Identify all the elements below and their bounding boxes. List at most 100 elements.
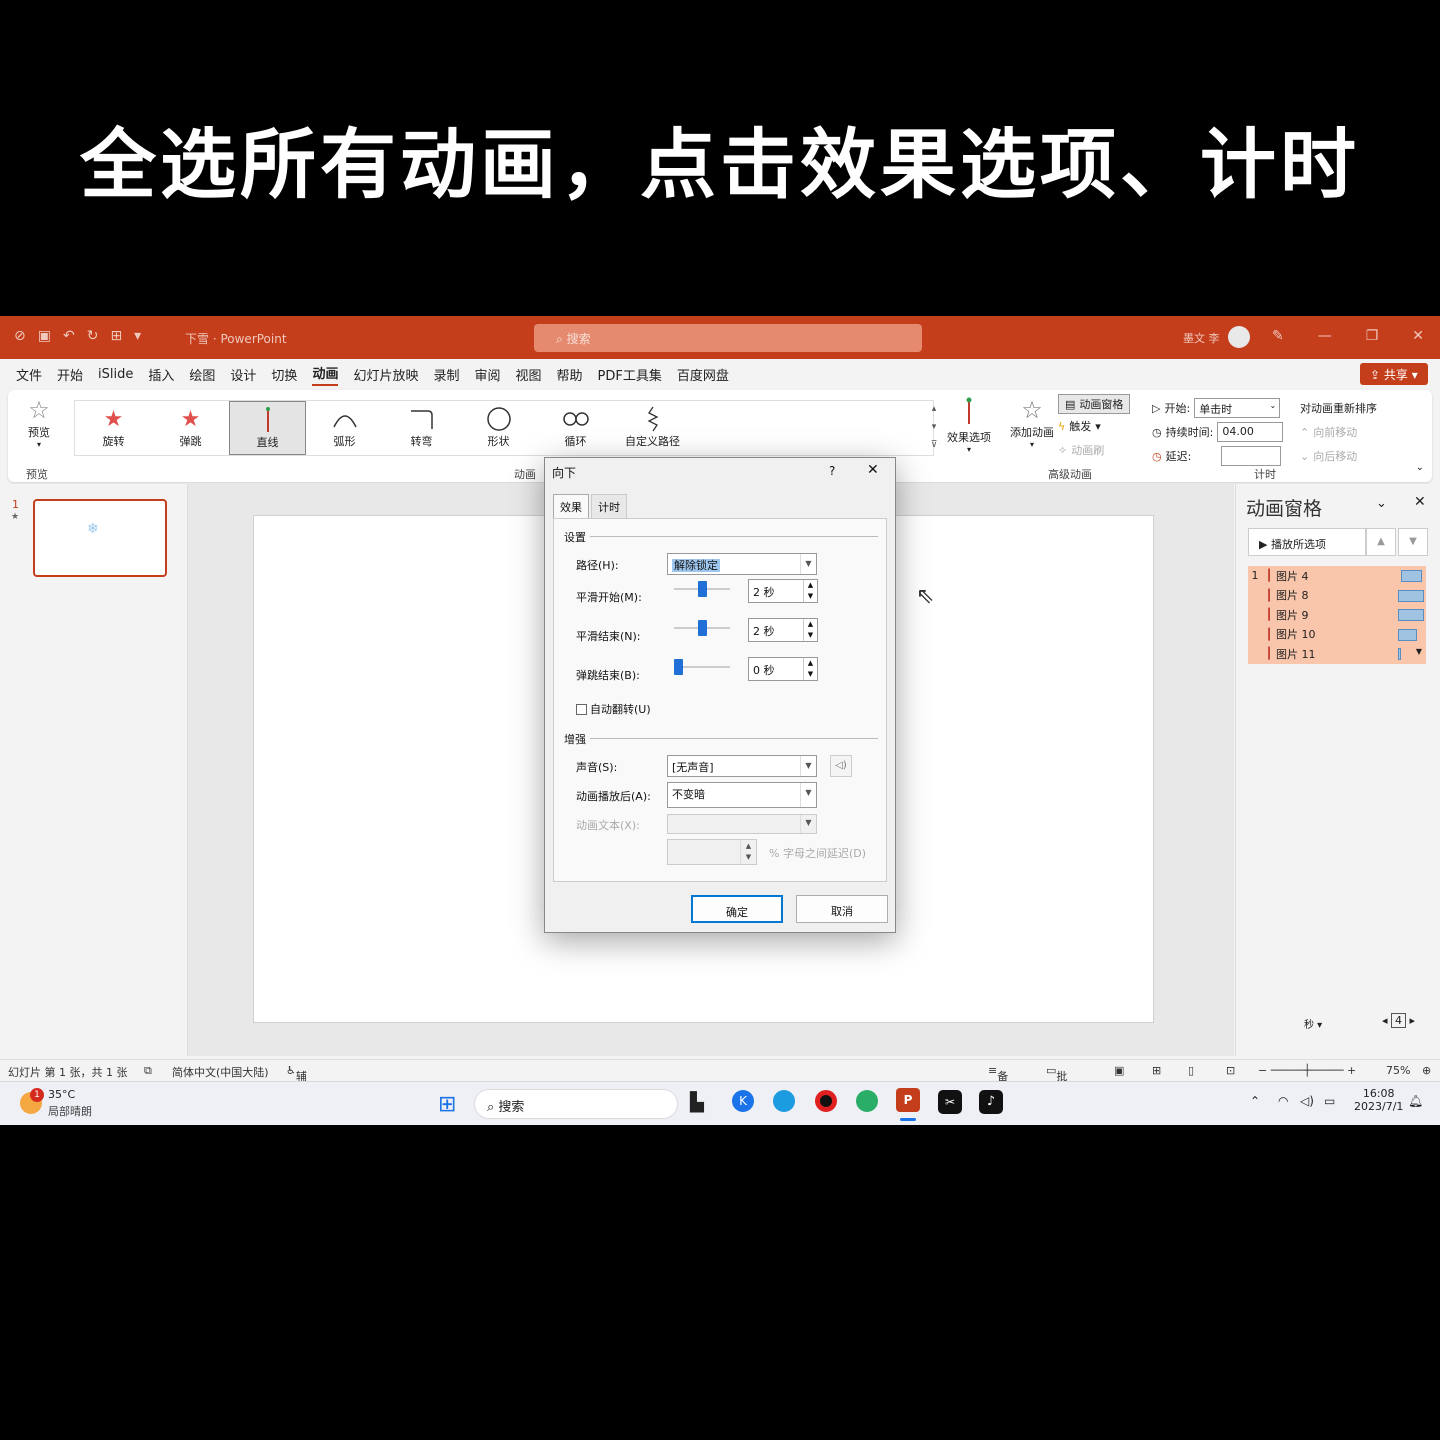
gallery-item-shape[interactable]: 形状 bbox=[460, 401, 537, 455]
normal-view-icon[interactable]: ▣ bbox=[1114, 1064, 1124, 1077]
help-icon[interactable]: ? bbox=[829, 464, 835, 478]
zoom-slider[interactable]: − ─────┼───── + bbox=[1258, 1064, 1356, 1077]
trigger-button[interactable]: ϟ 触发 ▾ bbox=[1058, 414, 1130, 438]
timeline-bar[interactable] bbox=[1397, 628, 1418, 641]
spin-arrows-icon[interactable]: ▲ ▼ bbox=[803, 580, 817, 602]
timeline-bar[interactable] bbox=[1397, 589, 1425, 602]
delay-input[interactable] bbox=[1221, 446, 1282, 466]
spin-arrows-icon[interactable]: ▲ ▼ bbox=[803, 619, 817, 641]
tab-transitions[interactable]: 切换 bbox=[271, 365, 297, 384]
letter-delay-input[interactable]: ▲ ▼ bbox=[667, 839, 757, 865]
taskbar-search[interactable]: ⌕ 搜索 bbox=[474, 1089, 678, 1119]
seconds-dropdown[interactable]: 秒 ▾ bbox=[1304, 1016, 1322, 1031]
network-icon[interactable]: ◠ bbox=[1278, 1094, 1288, 1108]
animation-list-item[interactable]: ┃ 图片 9 bbox=[1248, 605, 1426, 625]
notes-button[interactable]: ≡ 备注 bbox=[988, 1064, 1008, 1099]
speaker-icon[interactable]: ◁) bbox=[830, 755, 852, 777]
app-k-icon[interactable]: K bbox=[732, 1090, 754, 1112]
customize-qa-icon[interactable]: ▾ bbox=[134, 328, 141, 344]
volume-icon[interactable]: ◁) bbox=[1300, 1094, 1314, 1108]
pen-icon[interactable]: ✎ bbox=[1272, 328, 1284, 344]
duration-input[interactable]: 04.00 bbox=[1217, 422, 1284, 442]
animation-pane-button[interactable]: ▤ 动画窗格 bbox=[1058, 394, 1131, 414]
gallery-item-custom-path[interactable]: 自定义路径 bbox=[614, 401, 691, 455]
start-select[interactable]: 单击时 ⌄ bbox=[1194, 398, 1281, 418]
fit-icon[interactable]: ⊕ bbox=[1422, 1064, 1431, 1077]
tab-slideshow[interactable]: 幻灯片放映 bbox=[353, 365, 418, 384]
close-icon[interactable]: ✕ bbox=[867, 462, 879, 478]
gallery-scroll[interactable]: ▴ ▾ ⊽ bbox=[928, 400, 940, 456]
chevron-down-icon[interactable]: ⌄ bbox=[1376, 496, 1387, 511]
animate-text-select[interactable]: ▼ bbox=[667, 814, 817, 834]
capcut-icon[interactable]: ✂ bbox=[938, 1090, 962, 1114]
move-later-button[interactable]: ⌄ 向后移动 bbox=[1300, 444, 1377, 468]
slideshow-icon[interactable]: ⊡ bbox=[1226, 1064, 1235, 1077]
timeline-bar[interactable] bbox=[1397, 609, 1425, 621]
comments-button[interactable]: ▭ 批注 bbox=[1046, 1064, 1067, 1099]
auto-reverse-option[interactable]: 自动翻转(U) bbox=[576, 701, 651, 717]
accessibility[interactable]: ♿ 辅助功能: 调查 bbox=[286, 1064, 311, 1125]
tab-record[interactable]: 录制 bbox=[433, 365, 459, 384]
avatar[interactable] bbox=[1228, 326, 1250, 348]
tab-help[interactable]: 帮助 bbox=[557, 365, 583, 384]
timeline-zoom[interactable]: ◂ 4 ▸ bbox=[1382, 1013, 1415, 1028]
animation-list-item[interactable]: ┃ 图片 11 ▼ bbox=[1248, 644, 1426, 664]
minimize-icon[interactable]: — bbox=[1318, 328, 1332, 344]
tab-draw[interactable]: 绘图 bbox=[189, 365, 215, 384]
tiktok-icon[interactable]: ♪ bbox=[979, 1090, 1003, 1114]
smooth-start-input[interactable]: 2 秒 ▲ ▼ bbox=[748, 579, 818, 603]
cancel-button[interactable]: 取消 bbox=[796, 895, 888, 923]
redo-icon[interactable]: ↻ bbox=[87, 328, 99, 344]
sound-select[interactable]: [无声音] ▼ bbox=[667, 755, 817, 777]
user-name[interactable]: 墨文 李 bbox=[1183, 330, 1220, 346]
path-select[interactable]: 解除锁定 ▼ bbox=[667, 553, 817, 575]
timeline-bar[interactable] bbox=[1401, 570, 1423, 582]
tab-file[interactable]: 文件 bbox=[16, 365, 42, 384]
powerpoint-icon[interactable]: P bbox=[896, 1088, 920, 1112]
add-animation-button[interactable]: ☆ 添加动画 ▾ bbox=[1008, 396, 1056, 449]
recorder-icon[interactable] bbox=[815, 1090, 837, 1112]
gallery-item-arc[interactable]: 弧形 bbox=[306, 401, 383, 455]
present-icon[interactable]: ⊞ bbox=[110, 328, 122, 344]
play-selected-button[interactable]: ▶ 播放所选项 bbox=[1248, 528, 1366, 556]
animation-painter-button[interactable]: ✧ 动画刷 bbox=[1058, 438, 1130, 462]
save-icon[interactable]: ▣ bbox=[38, 328, 51, 344]
zoom-level[interactable]: 75% bbox=[1386, 1064, 1410, 1077]
tab-islide[interactable]: iSlide bbox=[98, 367, 133, 382]
spellcheck-icon[interactable]: ⧉ bbox=[144, 1064, 152, 1078]
tab-review[interactable]: 审阅 bbox=[474, 365, 500, 384]
restore-icon[interactable]: ❐ bbox=[1366, 328, 1379, 344]
autosave-icon[interactable]: ⊘ bbox=[14, 328, 26, 344]
smooth-start-slider[interactable] bbox=[697, 581, 707, 597]
undo-icon[interactable]: ↶ bbox=[63, 328, 75, 344]
language[interactable]: 简体中文(中国大陆) bbox=[172, 1064, 269, 1080]
gallery-item-turn[interactable]: 转弯 bbox=[383, 401, 460, 455]
close-pane-icon[interactable]: ✕ bbox=[1414, 494, 1426, 510]
tab-timing[interactable]: 计时 bbox=[591, 494, 627, 519]
slide-thumbnail[interactable]: ❄ bbox=[33, 499, 167, 577]
gallery-item-bounce[interactable]: ★ 弹跳 bbox=[152, 401, 229, 455]
tab-animations[interactable]: 动画 bbox=[312, 363, 339, 386]
animation-list-item[interactable]: 1 ┃ 图片 4 bbox=[1248, 566, 1426, 586]
edge-icon[interactable] bbox=[773, 1090, 795, 1112]
ok-button[interactable]: 确定 bbox=[691, 895, 783, 923]
bounce-end-slider[interactable] bbox=[674, 659, 683, 675]
move-up-button[interactable]: ▲ bbox=[1366, 528, 1396, 556]
spin-arrows-icon[interactable]: ▲ ▼ bbox=[803, 658, 817, 680]
tab-view[interactable]: 视图 bbox=[516, 365, 542, 384]
tab-effect[interactable]: 效果 bbox=[553, 494, 589, 519]
task-view-icon[interactable]: ▙ bbox=[690, 1092, 704, 1113]
windows-start-icon[interactable]: ⊞ bbox=[438, 1092, 456, 1117]
auto-reverse-checkbox[interactable] bbox=[576, 703, 587, 715]
tab-insert[interactable]: 插入 bbox=[148, 365, 174, 384]
share-button[interactable]: ⇪ 共享 ▾ bbox=[1360, 363, 1428, 385]
clock[interactable]: 16:08 2023/7/1 bbox=[1354, 1087, 1403, 1113]
animation-list-item[interactable]: ┃ 图片 10 bbox=[1248, 624, 1426, 644]
sorter-view-icon[interactable]: ⊞ bbox=[1152, 1064, 1161, 1077]
gallery-item-line[interactable]: 直线 bbox=[229, 401, 306, 455]
tab-home[interactable]: 开始 bbox=[57, 365, 83, 384]
smooth-end-input[interactable]: 2 秒 ▲ ▼ bbox=[748, 618, 818, 642]
move-down-button[interactable]: ▼ bbox=[1398, 528, 1428, 556]
tab-baidu-netdisk[interactable]: 百度网盘 bbox=[677, 365, 729, 384]
gallery-item-loop[interactable]: 循环 bbox=[537, 401, 614, 455]
